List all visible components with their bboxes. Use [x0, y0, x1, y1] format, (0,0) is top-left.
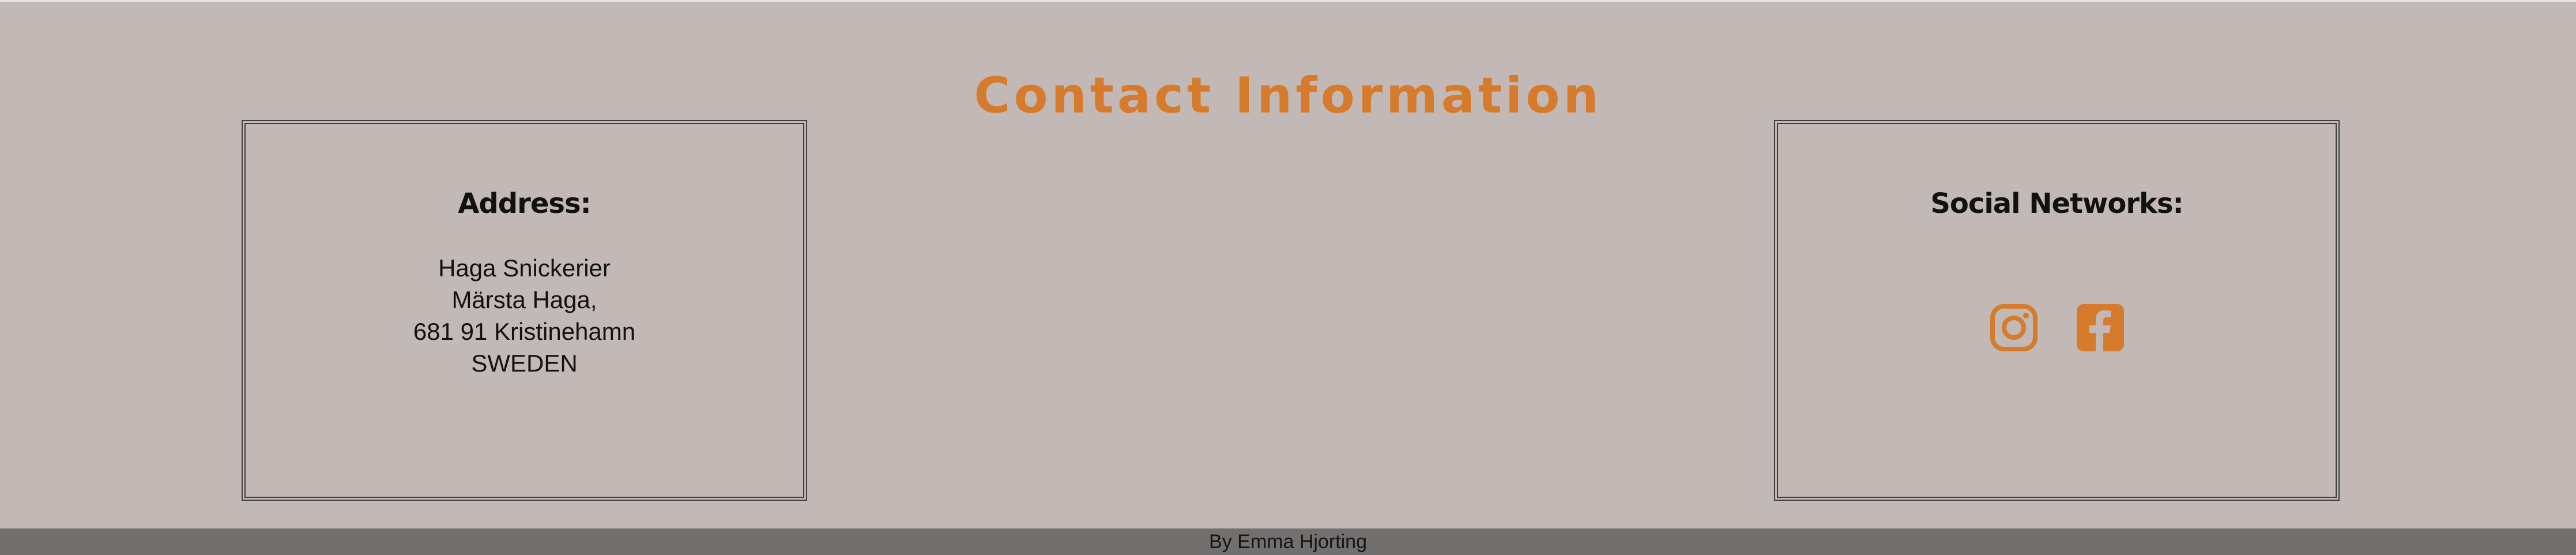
address-line: Märsta Haga, [451, 286, 597, 313]
facebook-link[interactable] [2074, 302, 2126, 354]
facebook-icon[interactable] [2074, 302, 2126, 354]
address-block: Haga Snickerier Märsta Haga, 681 91 Kris… [246, 252, 803, 379]
instagram-icon[interactable] [1988, 302, 2040, 354]
footer: By Emma Hjorting [0, 528, 2576, 555]
address-heading: Address: [458, 187, 591, 220]
address-line: Haga Snickerier [438, 254, 611, 282]
social-heading: Social Networks: [1930, 187, 2183, 220]
address-card: Address: Haga Snickerier Märsta Haga, 68… [242, 120, 807, 501]
instagram-link[interactable] [1988, 302, 2040, 354]
address-line: 681 91 Kristinehamn [413, 318, 636, 345]
social-icons [1778, 302, 2336, 354]
address-line: SWEDEN [471, 350, 578, 377]
social-networks-card: Social Networks: [1774, 120, 2340, 501]
footer-credit: By Emma Hjorting [1209, 531, 1367, 553]
top-divider [0, 0, 2576, 2]
